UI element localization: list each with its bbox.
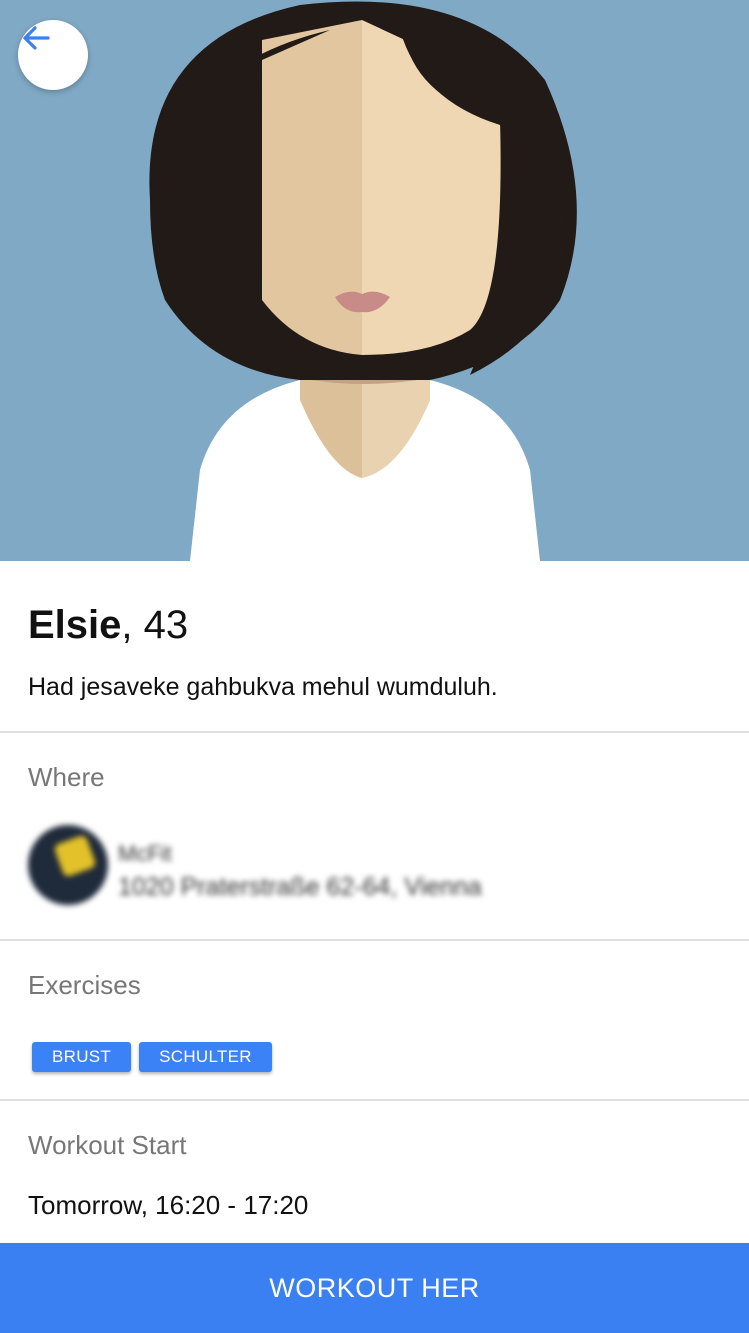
- avatar-illustration: [0, 0, 749, 561]
- profile-photo: [0, 0, 749, 561]
- exercise-tag-brust[interactable]: BRUST: [32, 1042, 132, 1072]
- profile-section: Elsie, 43 Had jesaveke gahbukva mehul wu…: [0, 561, 749, 733]
- gym-address[interactable]: 1020 Praterstraße 62-64, Vienna: [118, 873, 482, 902]
- workout-start-label: Workout Start: [28, 1130, 187, 1160]
- workout-her-button[interactable]: WORKOUT HER: [0, 1243, 749, 1333]
- workout-start-section: Workout Start Tomorrow, 16:20 - 17:20: [0, 1101, 749, 1243]
- exercises-section: Exercises BRUST SCHULTER: [0, 941, 749, 1101]
- exercise-tags: BRUST SCHULTER: [32, 1042, 272, 1072]
- gym-logo: [28, 825, 108, 905]
- profile-bio: Had jesaveke gahbukva mehul wumduluh.: [28, 673, 498, 701]
- where-section: Where McFit 1020 Praterstraße 62-64, Vie…: [0, 733, 749, 941]
- profile-age: 43: [143, 603, 189, 647]
- exercises-label: Exercises: [28, 970, 141, 1000]
- name-age: Elsie, 43: [28, 601, 188, 649]
- name-separator: ,: [121, 603, 144, 647]
- exercise-tag-schulter[interactable]: SCHULTER: [139, 1042, 272, 1072]
- profile-name: Elsie: [28, 603, 122, 647]
- where-label: Where: [28, 762, 105, 792]
- gym-name[interactable]: McFit: [118, 841, 172, 867]
- workout-start-time: Tomorrow, 16:20 - 17:20: [28, 1190, 309, 1220]
- back-button[interactable]: [18, 20, 88, 90]
- arrow-left-icon: [23, 26, 50, 50]
